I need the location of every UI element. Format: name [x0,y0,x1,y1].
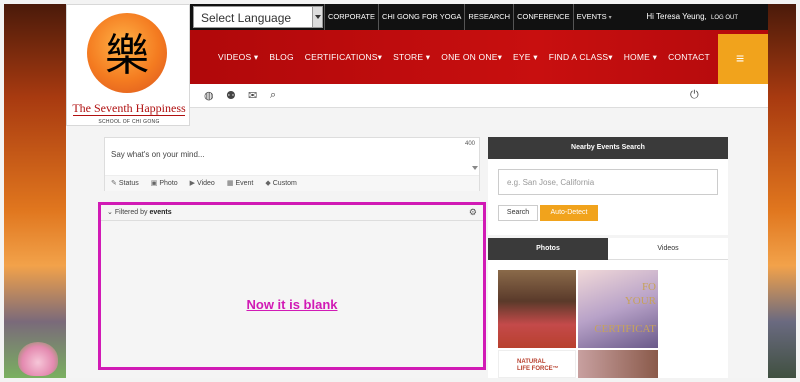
photo-text: FO YOUR CERTIFICAT [594,281,656,335]
camera-icon: ▣ [150,180,158,187]
video-option[interactable]: ▶ Video [190,176,215,191]
logo-title: The Seventh Happiness [72,101,186,115]
nav-item-find-a-class[interactable]: FIND A CLASS▾ [549,30,613,84]
top-link-research[interactable]: RESEARCH [464,4,513,30]
search-button[interactable]: Search [498,205,538,221]
photo-thumbnail[interactable]: FO YOUR CERTIFICAT [578,270,658,348]
page-content: 樂 The Seventh Happiness SCHOOL OF CHI GO… [66,4,768,378]
nav-item-store[interactable]: STORE ▾ [393,30,430,84]
user-greeting: Hi Teresa Yeung, LOG OUT [646,4,738,31]
top-link-events[interactable]: EVENTS ▾ [572,4,615,30]
language-select-value: Select Language [201,11,292,25]
location-placeholder: e.g. San Jose, California [507,178,595,187]
nav-item-home[interactable]: HOME ▾ [624,30,657,84]
top-link-corporate[interactable]: CORPORATE [324,4,378,30]
nav-item-eye[interactable]: EYE ▾ [513,30,538,84]
logo-divider [73,115,185,116]
top-link-chi-gong-for-yoga[interactable]: CHI GONG FOR YOGA [377,4,464,30]
nav-item-certifications[interactable]: CERTIFICATIONS▾ [305,30,382,84]
mail-icon[interactable]: ✉ [248,89,257,102]
main-nav-links: VIDEOS ▾ BLOG CERTIFICATIONS▾ STORE ▾ ON… [218,30,721,84]
background-left-panel [4,4,66,378]
activity-feed-panel: ⌄ Filtered by events ⚙ Now it is blank [98,202,486,370]
event-option[interactable]: ▦ Event [227,176,254,191]
nav-item-blog[interactable]: BLOG [269,30,293,84]
video-icon: ▶ [189,180,196,187]
users-icon[interactable]: ⚉ [226,89,236,102]
greeting-text: Hi Teresa Yeung, [646,12,707,21]
media-tabs: Photos Videos [488,238,728,260]
megaphone-icon: ◆ [265,180,271,187]
top-bar: Select Language CORPORATE CHI GONG FOR Y… [190,4,768,30]
status-option[interactable]: ✎ Status [111,176,139,191]
language-select[interactable]: Select Language [193,6,323,28]
video-option-label: Video [197,180,215,187]
custom-option-label: Custom [272,180,297,187]
globe-icon[interactable]: ◍ [204,89,214,102]
composer-options: ✎ Status ▣ Photo ▶ Video ▦ Event ◆ Custom [105,175,479,191]
photo-thumbnail[interactable] [498,270,576,348]
chevron-down-icon[interactable] [312,7,322,27]
custom-option[interactable]: ◆ Custom [265,176,297,191]
background-right-panel [768,4,796,378]
calendar-icon: ▦ [226,180,234,187]
search-icon[interactable]: ⌕ [270,89,276,102]
tab-videos[interactable]: Videos [608,238,728,260]
filter-header: ⌄ Filtered by events ⚙ [101,205,483,221]
chevron-down-icon: ▾ [608,15,612,21]
character-count: 400 [464,141,475,147]
filter-dropdown[interactable]: ⌄ Filtered by events [107,208,172,216]
photo-option-label: Photo [159,180,178,187]
status-input[interactable]: Say what's on your mind... [111,150,205,159]
power-icon[interactable]: ⏻ [690,89,699,102]
photo-text: NATURAL LIFE FORCE™ [517,359,559,372]
top-link-events-label: EVENTS [576,12,607,21]
photo-thumbnail[interactable]: NATURAL LIFE FORCE™ [498,350,576,378]
nav-item-one-on-one[interactable]: ONE ON ONE▾ [441,30,502,84]
photo-grid: FO YOUR CERTIFICAT NATURAL LIFE FORCE™ [488,260,728,378]
site-logo[interactable]: 樂 The Seventh Happiness SCHOOL OF CHI GO… [66,4,190,126]
composer-scrollbar[interactable] [471,150,479,174]
photo-option[interactable]: ▣ Photo [151,176,178,191]
gear-icon[interactable]: ⚙ [469,207,477,218]
hamburger-icon: ≡ [736,50,745,66]
auto-detect-button[interactable]: Auto-Detect [540,205,598,221]
main-nav: VIDEOS ▾ BLOG CERTIFICATIONS▾ STORE ▾ ON… [190,30,768,84]
nearby-events-title: Nearby Events Search [488,137,728,159]
menu-button[interactable]: ≡ [718,34,768,84]
filter-value: events [149,209,172,216]
logo-glyph: 樂 [105,30,149,81]
blank-annotation: Now it is blank [246,297,338,312]
tab-photos[interactable]: Photos [488,238,608,260]
user-toolbar: ◍ ⚉ ✉ ⌕ ⏻ [190,84,768,108]
nav-item-contact[interactable]: CONTACT [668,30,710,84]
page-frame: 樂 The Seventh Happiness SCHOOL OF CHI GO… [0,0,800,382]
pencil-icon: ✎ [111,180,117,187]
status-composer: Say what's on your mind... 400 ✎ Status ▣… [104,137,480,191]
nearby-events-panel: e.g. San Jose, California Search Auto-De… [488,159,728,235]
event-option-label: Event [235,180,254,187]
filter-prefix: Filtered by [114,209,148,216]
nav-item-videos[interactable]: VIDEOS ▾ [218,30,258,84]
top-link-conference[interactable]: CONFERENCE [513,4,573,30]
photo-thumbnail[interactable] [578,350,658,378]
lotus-image [18,342,58,376]
location-input[interactable]: e.g. San Jose, California [498,169,718,195]
status-option-label: Status [118,180,139,187]
logo-subtitle: SCHOOL OF CHI GONG [98,119,160,125]
logout-link[interactable]: LOG OUT [711,15,738,21]
top-links: CORPORATE CHI GONG FOR YOGA RESEARCH CON… [324,4,615,30]
